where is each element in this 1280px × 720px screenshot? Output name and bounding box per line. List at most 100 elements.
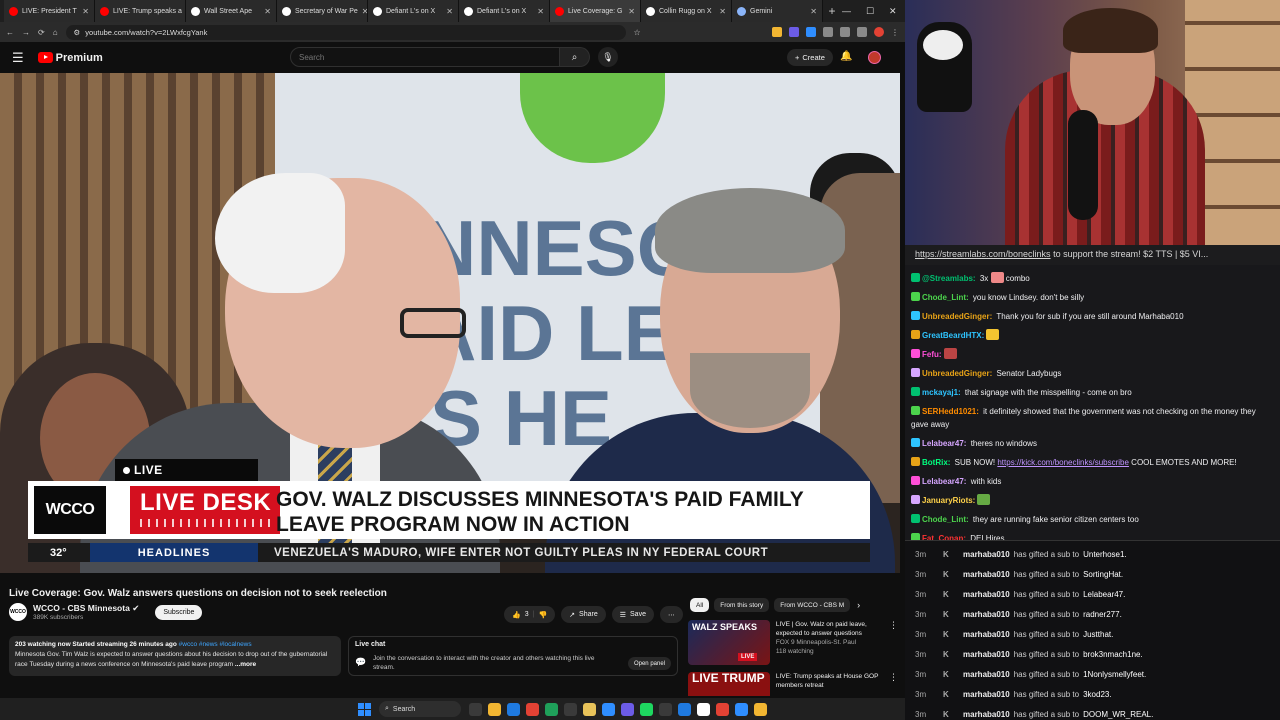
show-more-link[interactable]: ...more [235, 661, 256, 668]
forward-icon[interactable]: → [22, 28, 30, 37]
chat-username[interactable]: @Streamlabs: [922, 274, 976, 283]
chat-username[interactable]: BotRix: [922, 458, 950, 467]
chat-username[interactable]: UnbreadedGinger: [922, 369, 992, 378]
extension-icon[interactable] [789, 27, 799, 37]
event-gifter[interactable]: marhaba010 [963, 710, 1010, 719]
search-button[interactable]: ⌕ [560, 47, 590, 67]
chat-username[interactable]: Chode_Lint: [922, 293, 969, 302]
chat-username[interactable]: mckayaj1: [922, 388, 961, 397]
hamburger-menu-icon[interactable]: ☰ [12, 50, 24, 66]
reload-icon[interactable]: ⟳ [38, 28, 45, 37]
description-tags[interactable]: #wcco #news #localnews [179, 641, 252, 648]
tab-close-icon[interactable]: ✕ [446, 7, 453, 16]
recommendation-item[interactable]: WALZ SPEAKS LIVE LIVE | Gov. Walz on pai… [688, 620, 898, 665]
browser-tab[interactable]: Live Coverage: G ✕ [550, 0, 641, 22]
browser-tab[interactable]: LIVE: President T ✕ [4, 0, 95, 22]
url-input[interactable]: ⚙ youtube.com/watch?v=2LWxfcgYank [65, 24, 626, 40]
subscribe-button[interactable]: Subscribe [155, 604, 203, 620]
event-recipient[interactable]: 1Nonlysmellyfeet. [1083, 670, 1146, 679]
event-recipient[interactable]: Unterhose1. [1083, 550, 1127, 559]
taskbar-app-icon[interactable] [716, 702, 729, 716]
event-recipient[interactable]: DOOM_WR_REAL. [1083, 710, 1153, 719]
chevron-right-icon[interactable]: › [857, 600, 860, 610]
like-button[interactable]: 👍 3 | 👎 [504, 606, 556, 623]
back-icon[interactable]: ← [6, 28, 14, 37]
event-gifter[interactable]: marhaba010 [963, 550, 1010, 559]
taskbar-app-icon[interactable] [697, 702, 710, 716]
browser-tab[interactable]: Secretary of War Pe ✕ [277, 0, 368, 22]
event-gifter[interactable]: marhaba010 [963, 590, 1010, 599]
taskbar-app-icon[interactable] [469, 702, 482, 716]
recommendation-menu-icon[interactable]: ⋮ [889, 672, 898, 696]
notifications-bell-icon[interactable]: 🔔 [840, 51, 852, 62]
event-gifter[interactable]: marhaba010 [963, 610, 1010, 619]
event-recipient[interactable]: radner277. [1083, 610, 1122, 619]
search-input[interactable] [290, 47, 560, 67]
extension-icon[interactable] [772, 27, 782, 37]
chat-username[interactable]: Fefu: [922, 350, 942, 359]
maximize-icon[interactable]: ☐ [866, 0, 874, 22]
taskbar-app-icon[interactable] [564, 702, 577, 716]
chat-username[interactable]: Lelabear47: [922, 439, 966, 448]
event-gifter[interactable]: marhaba010 [963, 670, 1010, 679]
minimize-icon[interactable]: — [842, 0, 851, 22]
taskbar-app-icon[interactable] [583, 702, 596, 716]
description-box[interactable]: 203 watching now Started streaming 26 mi… [9, 636, 341, 676]
channel-name[interactable]: WCCO - CBS Minnesota ✔ [33, 603, 139, 614]
event-recipient[interactable]: brok3nmach1ne. [1083, 650, 1143, 659]
home-icon[interactable]: ⌂ [53, 28, 58, 37]
streamlabs-link[interactable]: https://streamlabs.com/boneclinks [915, 249, 1051, 259]
extension-icon[interactable] [840, 27, 850, 37]
taskbar-app-icon[interactable] [678, 702, 691, 716]
taskbar-search[interactable]: ⌕ Search [379, 701, 461, 717]
taskbar-app-icon[interactable] [754, 702, 767, 716]
browser-menu-icon[interactable]: ⋮ [891, 28, 899, 37]
event-recipient[interactable]: 3kod23. [1083, 690, 1111, 699]
taskbar-app-icon[interactable] [640, 702, 653, 716]
chat-username[interactable]: Lelabear47: [922, 477, 966, 486]
taskbar-app-icon[interactable] [602, 702, 615, 716]
profile-icon[interactable] [874, 27, 884, 37]
taskbar-app-icon[interactable] [621, 702, 634, 716]
taskbar-app-icon[interactable] [659, 702, 672, 716]
event-gifter[interactable]: marhaba010 [963, 690, 1010, 699]
new-tab-icon[interactable]: + [823, 0, 841, 22]
tab-close-icon[interactable]: ✕ [537, 7, 544, 16]
taskbar-app-icon[interactable] [735, 702, 748, 716]
chat-username[interactable]: SERHedd1021: [922, 407, 979, 416]
chip-from-this-story[interactable]: From this story [714, 598, 770, 612]
taskbar-app-icon[interactable] [545, 702, 558, 716]
chat-username[interactable]: UnbreadedGinger: [922, 312, 992, 321]
chat-username[interactable]: JanuaryRiots: [922, 496, 975, 505]
bookmark-star-icon[interactable]: ☆ [634, 28, 641, 37]
event-gifter[interactable]: marhaba010 [963, 650, 1010, 659]
taskbar-app-icon[interactable] [488, 702, 501, 716]
create-button[interactable]: + Create [787, 49, 833, 66]
tab-close-icon[interactable]: ✕ [82, 7, 89, 16]
youtube-logo[interactable]: Premium [37, 52, 103, 64]
tab-close-icon[interactable]: ✕ [628, 7, 635, 16]
extension-icon[interactable] [857, 27, 867, 37]
chat-username[interactable]: GreatBeardHTX: [922, 331, 984, 340]
event-gifter[interactable]: marhaba010 [963, 570, 1010, 579]
recommendation-menu-icon[interactable]: ⋮ [889, 620, 898, 665]
channel-avatar[interactable]: WCCO [9, 603, 27, 621]
browser-tab[interactable]: LIVE: Trump speaks a✕ [95, 0, 186, 22]
account-avatar[interactable] [868, 51, 881, 64]
share-button[interactable]: ↗ Share [561, 606, 606, 623]
event-recipient[interactable]: Lelabear47. [1083, 590, 1125, 599]
chip-from-wcco[interactable]: From WCCO - CBS M [774, 598, 851, 612]
browser-tab[interactable]: Wall Street Ape ✕ [186, 0, 277, 22]
recommendation-thumbnail[interactable]: WALZ SPEAKS LIVE [688, 620, 770, 665]
taskbar-app-icon[interactable] [526, 702, 539, 716]
browser-tab[interactable]: Defiant L's on X ✕ [368, 0, 459, 22]
chat-username[interactable]: Chode_Lint: [922, 515, 969, 524]
open-panel-button[interactable]: Open panel [627, 657, 671, 670]
save-button[interactable]: ☰ Save [611, 606, 654, 623]
site-info-icon[interactable]: ⚙ [74, 28, 81, 37]
browser-tab[interactable]: Defiant L's on X ✕ [459, 0, 550, 22]
extension-icon[interactable] [823, 27, 833, 37]
recommendation-thumbnail[interactable]: LIVE TRUMP [688, 672, 770, 696]
event-gifter[interactable]: marhaba010 [963, 630, 1010, 639]
event-recipient[interactable]: SortingHat. [1083, 570, 1123, 579]
